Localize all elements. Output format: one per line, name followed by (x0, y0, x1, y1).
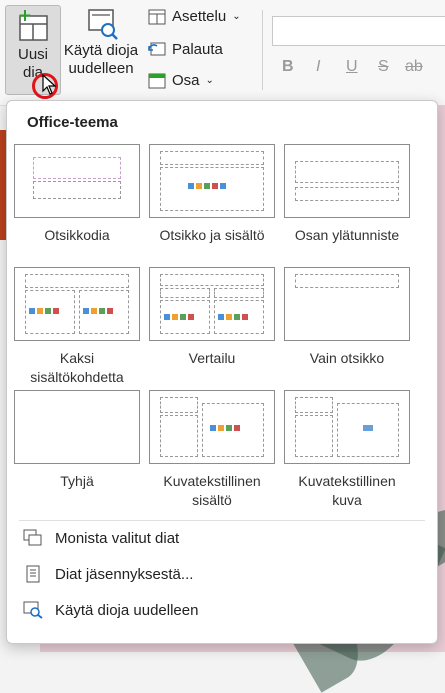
layout-label: Osan ylätunniste (294, 227, 400, 243)
reuse-slides-command[interactable]: Käytä dioja uudelleen (23, 601, 198, 619)
layout-blank[interactable]: Tyhjä (14, 390, 140, 491)
layout-thumbnail (284, 267, 410, 341)
font-name-box[interactable] (272, 16, 445, 46)
character-spacing-button[interactable]: ab (405, 58, 423, 76)
layout-button[interactable]: Asettelu ⌄ (148, 8, 241, 25)
layout-label: Otsikkodia (44, 227, 110, 243)
bold-button[interactable]: B (282, 58, 294, 76)
layout-label: Vertailu (188, 350, 236, 366)
layout-picture-with-caption[interactable]: Kuvatekstillinen kuva (284, 390, 410, 510)
layout-label: Vain otsikko (309, 350, 385, 366)
layout-thumbnail (14, 267, 140, 341)
layout-icon (148, 9, 166, 24)
section-button[interactable]: Osa ⌄ (148, 72, 214, 89)
theme-title: Office-teema (27, 114, 118, 131)
new-slide-dropdown: Office-teema Otsikkodia Otsikko ja sisäl… (6, 100, 438, 644)
reset-icon (148, 42, 166, 55)
reset-button[interactable]: Palauta (148, 41, 223, 58)
layout-title-slide[interactable]: Otsikkodia (14, 144, 140, 245)
section-label: Osa (172, 72, 200, 89)
command-label: Diat jäsennyksestä... (55, 565, 194, 583)
layout-label: Otsikko ja sisältö (159, 227, 265, 243)
layout-thumbnail (149, 144, 275, 218)
ribbon: Uusi dia Käytä dioja uudelleen Asettelu … (0, 0, 445, 106)
chevron-down-icon: ⌄ (205, 75, 214, 86)
reuse-slides-icon (88, 9, 118, 40)
layout-title-only[interactable]: Vain otsikko (284, 267, 410, 368)
layout-title-content[interactable]: Otsikko ja sisältö (149, 144, 275, 245)
layout-label: Kuvatekstillinen kuva (298, 473, 396, 508)
reuse-slides-button[interactable]: Käytä dioja uudelleen (62, 6, 140, 78)
menu-divider (19, 520, 425, 521)
new-slide-icon (19, 10, 48, 41)
layout-label: Tyhjä (60, 473, 94, 489)
layout-thumbnail (149, 390, 275, 464)
duplicate-slides-icon (23, 529, 42, 546)
layout-label: Kaksi sisältökohdetta (30, 350, 124, 385)
italic-button[interactable]: I (316, 58, 320, 76)
ribbon-separator (262, 10, 263, 90)
slides-from-outline-command[interactable]: Diat jäsennyksestä... (23, 565, 193, 583)
layout-content-with-caption[interactable]: Kuvatekstillinen sisältö (149, 390, 275, 510)
reuse-slides-label: Käytä dioja uudelleen (63, 42, 139, 77)
reset-label: Palauta (172, 41, 223, 58)
section-icon (148, 73, 166, 88)
mouse-pointer-icon (42, 74, 57, 95)
layout-thumbnail (284, 144, 410, 218)
chevron-down-icon: ⌄ (232, 11, 241, 22)
underline-button[interactable]: U (346, 58, 358, 76)
command-label: Monista valitut diat (55, 529, 180, 547)
strikethrough-button[interactable]: S (378, 58, 389, 76)
duplicate-slides-command[interactable]: Monista valitut diat (23, 529, 179, 547)
reuse-slides-icon (23, 601, 43, 619)
layout-thumbnail (284, 390, 410, 464)
layout-label: Kuvatekstillinen sisältö (163, 473, 261, 508)
layout-thumbnail (14, 390, 140, 464)
layout-comparison[interactable]: Vertailu (149, 267, 275, 368)
layout-label: Asettelu (172, 8, 227, 25)
layout-thumbnail (14, 144, 140, 218)
layout-section-header[interactable]: Osan ylätunniste (284, 144, 410, 245)
layout-two-content[interactable]: Kaksi sisältökohdetta (14, 267, 140, 387)
command-label: Käytä dioja uudelleen (55, 601, 199, 619)
outline-document-icon (26, 565, 40, 583)
layout-thumbnail (149, 267, 275, 341)
